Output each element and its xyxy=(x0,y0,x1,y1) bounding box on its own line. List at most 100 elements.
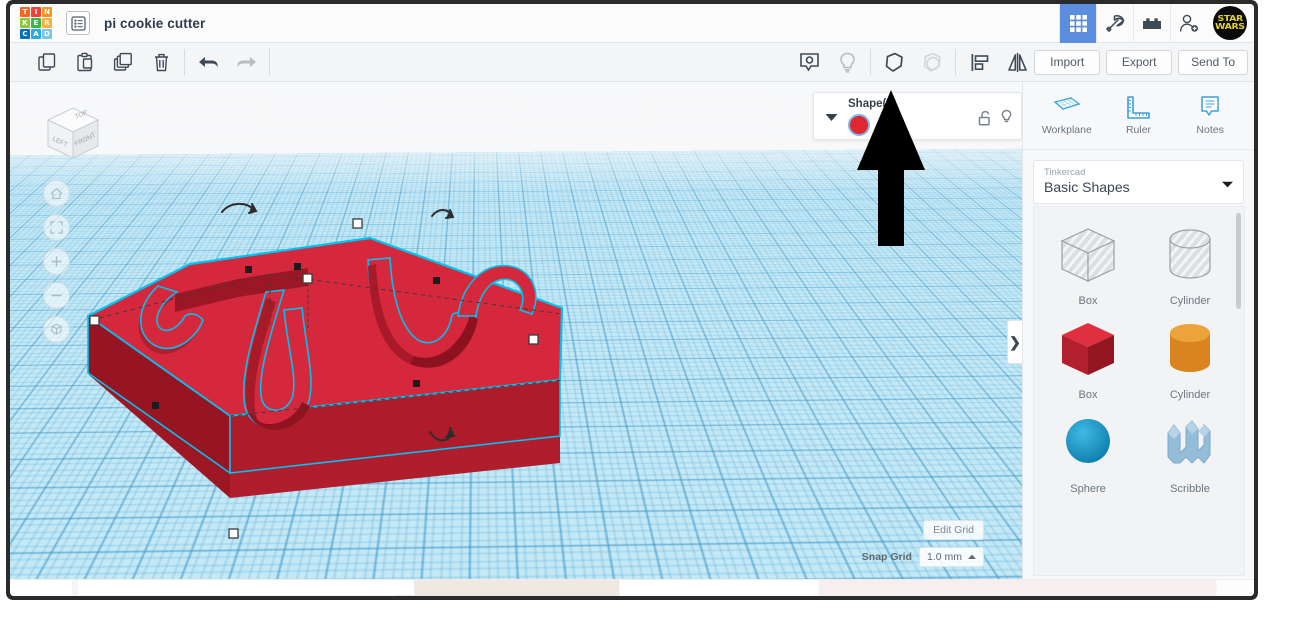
lightbulb-icon[interactable] xyxy=(1000,109,1013,131)
tinkercad-app: T I N K E R C A D pi cookie cutter STAR … xyxy=(10,4,1254,596)
shape-item-hole-box[interactable]: Box xyxy=(1040,219,1136,307)
document-title[interactable]: pi cookie cutter xyxy=(104,16,205,31)
shape-item-solid-box[interactable]: Box xyxy=(1040,313,1136,401)
solid-shape-icon[interactable] xyxy=(875,43,913,81)
mirror-icon[interactable] xyxy=(998,43,1036,81)
ruler-tool[interactable]: Ruler xyxy=(1105,95,1171,136)
hole-shape-icon[interactable] xyxy=(913,43,951,81)
shape-label: Cylinder xyxy=(1169,295,1211,307)
shape-label: Scribble xyxy=(1170,483,1210,495)
shapes-scrollbar-thumb[interactable] xyxy=(1236,213,1241,309)
chevron-down-icon xyxy=(1222,181,1233,188)
shape-item-hole-cylinder[interactable]: Cylinder xyxy=(1142,219,1238,307)
bottom-progress-segment xyxy=(78,580,414,595)
notes-icon xyxy=(1201,96,1219,116)
pi-cookie-cutter-model[interactable] xyxy=(70,168,690,587)
shape-inspector-body: Shape(2) xyxy=(848,93,1021,136)
note-icon[interactable] xyxy=(790,43,828,81)
3d-viewport[interactable]: TOP LEFT FRONT Shape(2) Edit Grid Snap G… xyxy=(10,82,1022,587)
hole-cylinder-icon xyxy=(1169,229,1211,279)
shape-category-select[interactable]: Tinkercad Basic Shapes xyxy=(1033,160,1244,204)
collapse-panel-button[interactable]: ❯ xyxy=(1007,320,1022,364)
logo-tile: A xyxy=(31,29,41,39)
list-menu-icon[interactable] xyxy=(66,11,90,35)
top-header-bar: T I N K E R C A D pi cookie cutter STAR … xyxy=(10,4,1254,43)
logo-tile: C xyxy=(20,29,30,39)
shape-label: Box xyxy=(1078,389,1098,401)
shape-item-scribble[interactable]: Scribble xyxy=(1142,407,1238,495)
editor-toolbar: Import Export Send To xyxy=(10,43,1254,82)
solid-box-icon xyxy=(1062,323,1114,375)
lightbulb-icon[interactable] xyxy=(828,43,866,81)
redo-icon[interactable] xyxy=(227,43,265,81)
snap-grid-select[interactable]: 1.0 mm xyxy=(918,547,984,567)
edit-grid-button[interactable]: Edit Grid xyxy=(923,520,984,540)
snap-grid-value: 1.0 mm xyxy=(926,551,962,563)
workplane-label: Workplane xyxy=(1041,124,1092,136)
shape-label: Sphere xyxy=(1070,483,1106,495)
snap-grid-label: Snap Grid xyxy=(861,551,912,563)
toolbar-divider xyxy=(870,49,871,75)
shape-label: Box xyxy=(1078,295,1098,307)
browser-window-frame: T I N K E R C A D pi cookie cutter STAR … xyxy=(6,0,1258,600)
caret-up-icon xyxy=(968,554,976,559)
toolbar-divider xyxy=(955,49,956,75)
shape-color-swatch[interactable] xyxy=(848,114,870,136)
shape-label: Cylinder xyxy=(1169,389,1211,401)
toolbar-mid-group xyxy=(790,43,1036,81)
logo-tile: K xyxy=(20,18,30,28)
workplane-icon xyxy=(1053,97,1081,110)
blocks-icon[interactable] xyxy=(1133,4,1170,43)
toolbar-right-group: Import Export Send To xyxy=(1034,49,1248,75)
undo-icon[interactable] xyxy=(189,43,227,81)
shape-item-solid-sphere[interactable]: Sphere xyxy=(1040,407,1136,495)
fit-to-view-button[interactable] xyxy=(43,214,70,241)
send-to-button[interactable]: Send To xyxy=(1178,49,1248,75)
ruler-label: Ruler xyxy=(1125,124,1152,136)
shape-inspector-panel[interactable]: Shape(2) xyxy=(813,92,1022,140)
toolbar-divider xyxy=(184,49,185,75)
paste-icon[interactable] xyxy=(66,43,104,81)
zoom-in-button[interactable] xyxy=(43,248,70,275)
toolbar-divider xyxy=(269,49,270,75)
toolbar-left-group xyxy=(28,43,274,81)
perspective-toggle-button[interactable] xyxy=(43,316,70,343)
category-group-label: Tinkercad xyxy=(1044,167,1086,178)
workplane-tool[interactable]: Workplane xyxy=(1034,95,1100,136)
solid-sphere-icon xyxy=(1066,419,1110,463)
view-orientation-cube[interactable]: TOP LEFT FRONT xyxy=(40,100,106,166)
shapes-library-list[interactable]: Box Cylinder Box Cylinder Sphere Scribbl… xyxy=(1033,206,1245,576)
logo-tile: E xyxy=(31,18,41,28)
header-right-icons: STAR WARS xyxy=(1059,4,1254,43)
duplicate-icon[interactable] xyxy=(104,43,142,81)
pickaxe-icon[interactable] xyxy=(1096,4,1133,43)
notes-label: Notes xyxy=(1196,124,1224,136)
delete-icon[interactable] xyxy=(142,43,180,81)
viewport-nav-controls xyxy=(43,180,70,343)
category-selected-label: Basic Shapes xyxy=(1044,179,1130,195)
tinkercad-logo[interactable]: T I N K E R C A D xyxy=(20,7,52,39)
align-icon[interactable] xyxy=(960,43,998,81)
panel-tools-row: Workplane Ruler Notes xyxy=(1023,82,1254,150)
star-wars-avatar[interactable]: STAR WARS xyxy=(1213,6,1247,40)
add-user-icon[interactable] xyxy=(1170,4,1207,43)
shapes-grid: Box Cylinder Box Cylinder Sphere Scribbl… xyxy=(1034,207,1244,507)
logo-tile: T xyxy=(20,7,30,17)
collapse-caret-icon[interactable] xyxy=(814,93,848,141)
zoom-out-button[interactable] xyxy=(43,282,70,309)
home-view-button[interactable] xyxy=(43,180,70,207)
unlock-icon[interactable] xyxy=(978,110,991,131)
scribble-icon xyxy=(1167,420,1211,464)
export-button[interactable]: Export xyxy=(1106,49,1173,75)
solid-cylinder-icon xyxy=(1170,324,1210,372)
logo-tile: R xyxy=(42,18,52,28)
shape-panel-actions xyxy=(978,109,1013,131)
logo-tile: I xyxy=(31,7,41,17)
grid-gallery-icon[interactable] xyxy=(1059,4,1096,43)
copy-icon[interactable] xyxy=(28,43,66,81)
import-button[interactable]: Import xyxy=(1034,49,1101,75)
notes-tool[interactable]: Notes xyxy=(1177,95,1243,136)
shape-item-solid-cylinder[interactable]: Cylinder xyxy=(1142,313,1238,401)
right-side-panel: Workplane Ruler Notes Tinkercad Basic Sh… xyxy=(1022,82,1254,587)
logo-tile: D xyxy=(42,29,52,39)
